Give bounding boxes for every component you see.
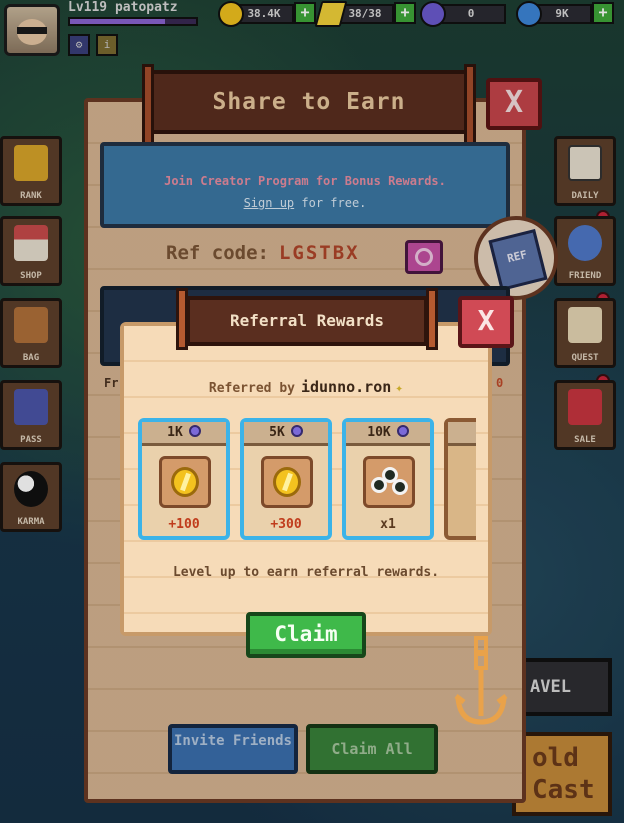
tier-threshold: 1K: [142, 422, 226, 446]
tier-threshold: 2: [448, 422, 476, 446]
referral-title: Referral Rewards: [229, 311, 385, 330]
reward-tier-card[interactable]: 10K x1: [342, 418, 434, 540]
reward-tier-card[interactable]: 5K +300: [240, 418, 332, 540]
gem-icon: [396, 425, 409, 437]
tier-reward-slot: [363, 456, 415, 508]
tier-amount: +100: [168, 517, 200, 532]
tier-reward-slot: [261, 456, 313, 508]
referred-by-row: Referred by idunno.ron ✦: [120, 378, 492, 396]
sparkle-icon: ✦: [395, 381, 404, 396]
referral-close-button[interactable]: X: [458, 296, 514, 348]
tier-amount: x1: [380, 517, 396, 532]
referred-by-label: Referred by: [208, 381, 295, 396]
reward-tier-card-partial[interactable]: 2: [444, 418, 476, 540]
referrer-name: idunno.ron: [300, 378, 392, 396]
reward-tiers-scroller[interactable]: 1K +100 5K +300 10K x1 2: [136, 418, 476, 542]
tier-threshold: 5K: [244, 422, 328, 446]
referral-title-board: Referral Rewards: [176, 288, 438, 350]
gem-icon: [290, 425, 303, 437]
level-up-hint: Level up to earn referral rewards.: [172, 565, 440, 580]
claim-button[interactable]: Claim: [246, 612, 366, 658]
reward-tier-card[interactable]: 1K +100: [138, 418, 230, 540]
tier-reward-slot: [159, 456, 211, 508]
gold-coin-icon: [171, 467, 199, 497]
tier-threshold: 10K: [346, 422, 430, 446]
gold-coin-icon: [273, 467, 301, 497]
sushi-icon: [371, 467, 409, 497]
gem-icon: [188, 425, 201, 437]
tier-amount: +300: [270, 517, 302, 532]
anchor-hook-icon: [454, 636, 508, 725]
